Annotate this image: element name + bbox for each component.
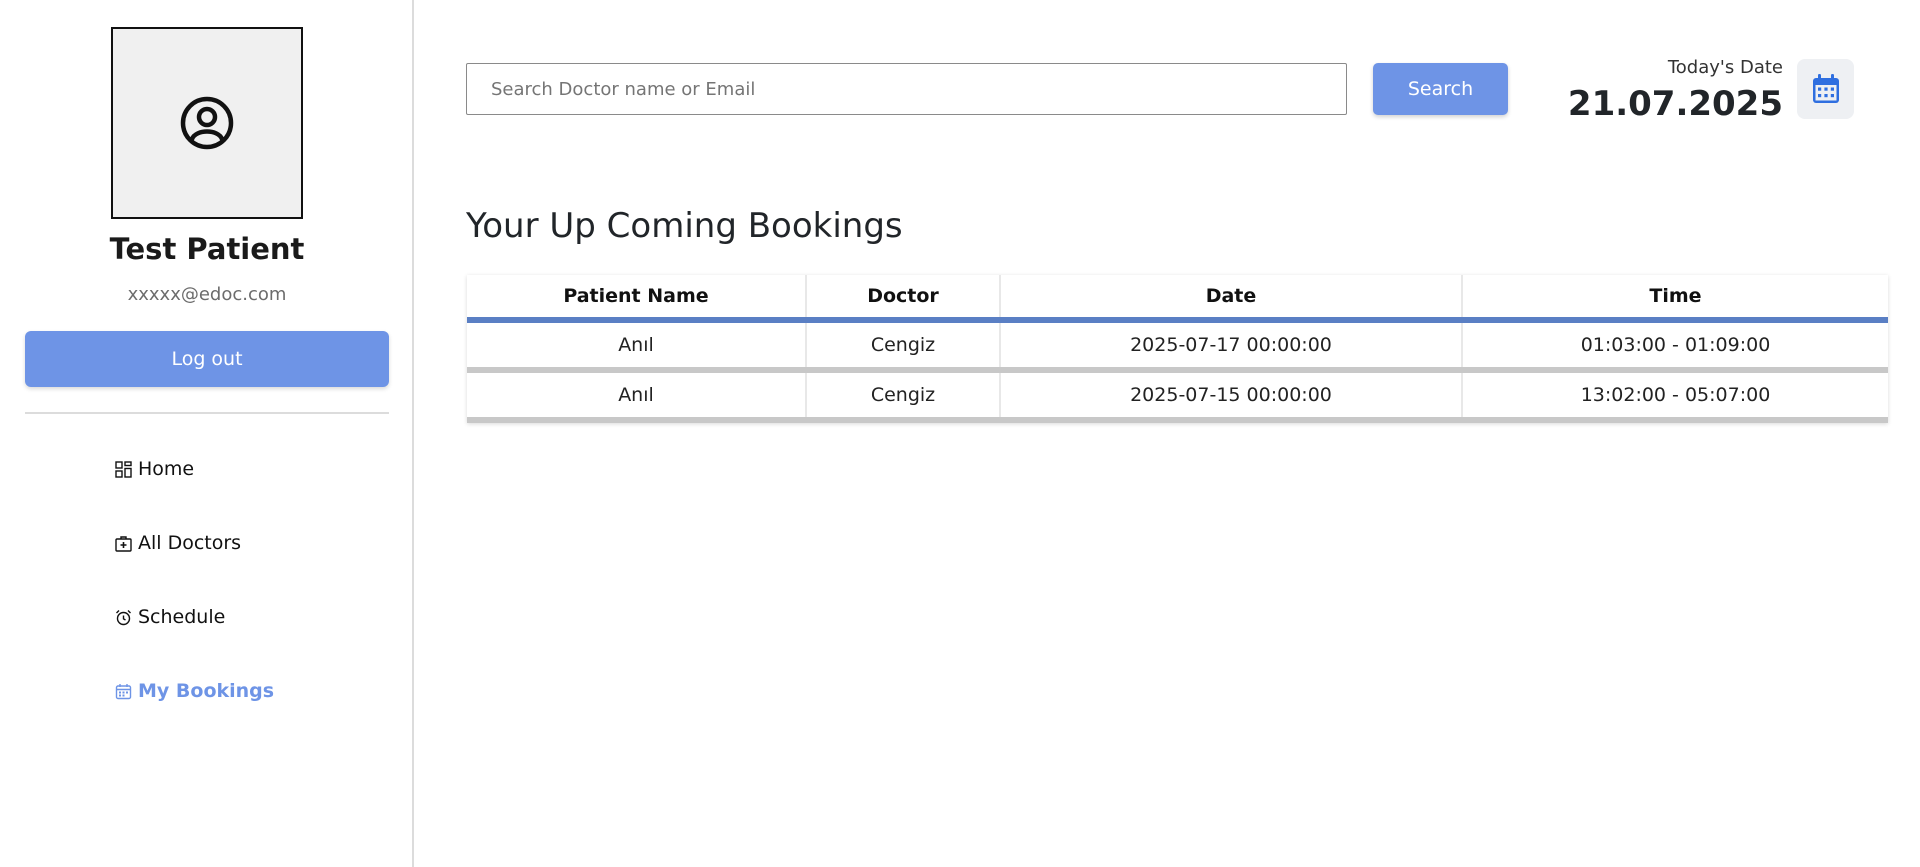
- column-header-doctor: Doctor: [806, 275, 1001, 323]
- search-input[interactable]: [466, 63, 1347, 115]
- cell-patient-name: Anıl: [467, 370, 807, 423]
- user-circle-icon: [180, 96, 234, 150]
- alarm-clock-icon: [114, 608, 132, 626]
- grid-icon: [114, 460, 132, 478]
- cell-date: 2025-07-17 00:00:00: [1000, 320, 1463, 373]
- cell-doctor: Cengiz: [806, 370, 1001, 423]
- cell-time: 13:02:00 - 05:07:00: [1462, 370, 1888, 423]
- search-button[interactable]: Search: [1373, 63, 1508, 115]
- sidebar-item-label: My Bookings: [138, 680, 275, 702]
- logout-button[interactable]: Log out: [25, 331, 389, 387]
- sidebar-divider: [25, 412, 389, 414]
- table-row: Anıl Cengiz 2025-07-15 00:00:00 13:02:00…: [467, 370, 1888, 423]
- todays-date-label: Today's Date: [1667, 57, 1783, 78]
- sidebar-item-label: Schedule: [138, 606, 226, 628]
- table-row: Anıl Cengiz 2025-07-17 00:00:00 01:03:00…: [467, 320, 1888, 373]
- bookings-table: Patient Name Doctor Date Time Anıl Cengi…: [467, 275, 1888, 423]
- cell-doctor: Cengiz: [806, 320, 1001, 373]
- column-header-time: Time: [1462, 275, 1888, 323]
- calendar-icon: [1812, 74, 1839, 103]
- sidebar-item-my-bookings[interactable]: My Bookings: [114, 680, 274, 702]
- sidebar-item-label: All Doctors: [138, 532, 242, 554]
- sidebar-item-all-doctors[interactable]: All Doctors: [114, 532, 241, 554]
- column-header-patient-name: Patient Name: [467, 275, 807, 323]
- sidebar: Test Patient xxxxx@edoc.com Log out Home: [0, 0, 414, 867]
- cell-patient-name: Anıl: [467, 320, 807, 373]
- sidebar-item-schedule[interactable]: Schedule: [114, 606, 225, 628]
- profile-email: xxxxx@edoc.com: [127, 284, 287, 305]
- sidebar-item-label: Home: [138, 458, 195, 480]
- sidebar-item-home[interactable]: Home: [114, 458, 194, 480]
- column-header-date: Date: [1000, 275, 1463, 323]
- app-root: Test Patient xxxxx@edoc.com Log out Home: [0, 0, 1920, 867]
- profile-name: Test Patient: [109, 232, 305, 266]
- table-header-row: Patient Name Doctor Date Time: [467, 275, 1888, 323]
- medical-bag-icon: [114, 534, 132, 552]
- avatar: [111, 27, 303, 219]
- cell-time: 01:03:00 - 01:09:00: [1462, 320, 1888, 373]
- section-title: Your Up Coming Bookings: [466, 206, 903, 246]
- cell-date: 2025-07-15 00:00:00: [1000, 370, 1463, 423]
- calendar-button[interactable]: [1797, 59, 1854, 119]
- calendar-icon: [114, 682, 132, 700]
- todays-date-value: 21.07.2025: [1567, 84, 1783, 124]
